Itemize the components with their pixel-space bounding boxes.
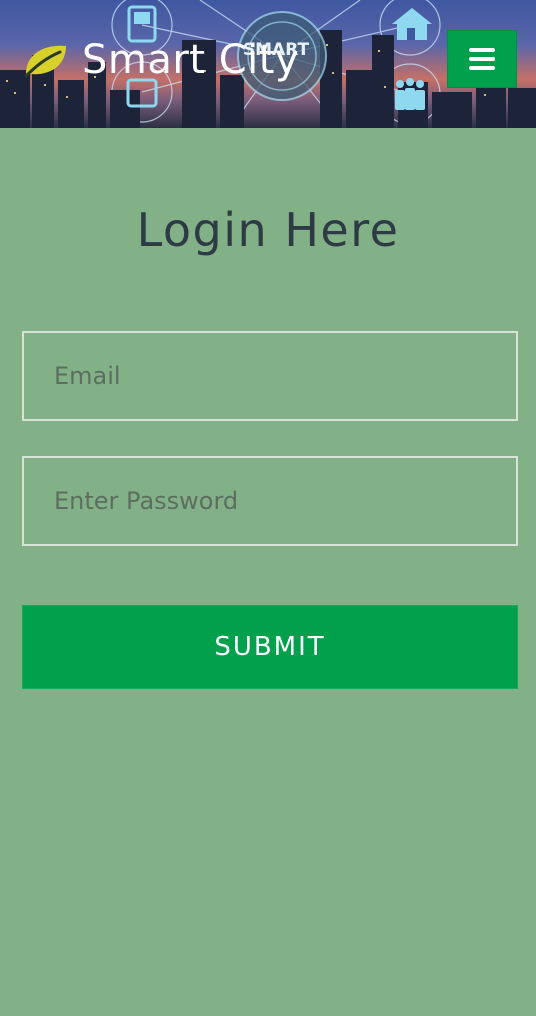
page-title: Login Here	[136, 203, 400, 257]
password-input[interactable]	[22, 456, 518, 546]
email-input[interactable]	[22, 331, 518, 421]
submit-button[interactable]: SUBMIT	[22, 605, 518, 689]
brand-name: Smart City	[82, 37, 300, 83]
header-banner: SMART Smart City	[0, 0, 536, 128]
menu-toggle-button[interactable]	[447, 30, 517, 88]
brand[interactable]: Smart City	[22, 34, 299, 86]
leaf-icon	[24, 45, 66, 78]
hamburger-icon	[469, 48, 495, 70]
